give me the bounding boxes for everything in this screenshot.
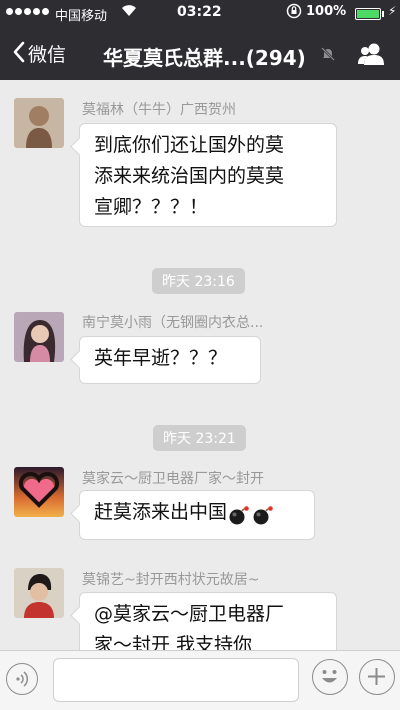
- sender-name: 南宁莫小雨（无钢圈内衣总...: [82, 315, 264, 331]
- clock: 03:22: [177, 4, 222, 20]
- avatar[interactable]: [14, 568, 64, 618]
- status-bar: 中国移动 03:22 100% ⚡: [0, 0, 400, 26]
- message-input[interactable]: [53, 658, 299, 702]
- avatar[interactable]: [14, 312, 64, 362]
- bomb-emoji-icon: [227, 504, 251, 524]
- voice-button[interactable]: [6, 663, 38, 695]
- plus-icon: [360, 668, 393, 697]
- message-bubble[interactable]: 到底你们还让国外的莫 添来来统治国内的莫莫 宣卿？？？！: [79, 123, 337, 227]
- message-line: 英年早逝？？？: [94, 347, 228, 369]
- time-divider: 昨天 23:21: [153, 425, 246, 451]
- message-line: 到底你们还让国外的莫: [94, 134, 285, 156]
- voice-icon: [7, 671, 37, 698]
- battery-percent: 100%: [306, 4, 347, 19]
- message-line: @莫家云～厨卫电器厂: [94, 603, 285, 625]
- signal-icon: [6, 8, 49, 15]
- back-label: 微信: [28, 44, 67, 66]
- message-bubble[interactable]: 赶莫添来出中国: [79, 490, 315, 540]
- emoji-button[interactable]: [312, 659, 348, 695]
- battery-icon: [355, 8, 381, 20]
- chat-title: 华夏莫氏总群...(294): [103, 46, 306, 70]
- sender-name: 莫家云～厨卫电器厂家～封开: [82, 471, 264, 487]
- carrier-label: 中国移动: [55, 9, 108, 24]
- message-line: 家～封开 我支持你: [94, 634, 253, 650]
- charging-icon: ⚡: [388, 4, 397, 18]
- message-bubble[interactable]: 英年早逝？？？: [79, 336, 261, 384]
- sender-name: 莫福林（牛牛）广西贺州: [82, 102, 236, 118]
- chat-area[interactable]: 莫福林（牛牛）广西贺州 到底你们还让国外的莫 添来来统治国内的莫莫 宣卿？？？！…: [0, 80, 400, 650]
- time-divider: 昨天 23:16: [152, 268, 245, 294]
- message-bubble[interactable]: @莫家云～厨卫电器厂 家～封开 我支持你: [79, 592, 337, 650]
- smiley-icon: [313, 670, 346, 697]
- bell-slash-icon: [320, 46, 336, 62]
- wifi-icon: [121, 3, 137, 21]
- header: 中国移动 03:22 100% ⚡ 微信 华夏莫氏总群...(294): [0, 0, 400, 80]
- back-button[interactable]: 微信: [12, 40, 66, 67]
- avatar[interactable]: [14, 467, 64, 517]
- sender-name: 莫锦艺~封开西村状元故居~: [82, 572, 260, 588]
- chevron-left-icon: [12, 41, 26, 65]
- avatar[interactable]: [14, 98, 64, 148]
- rotation-lock-icon: [286, 3, 302, 23]
- input-bar: [0, 650, 400, 710]
- more-button[interactable]: [359, 659, 395, 695]
- bomb-emoji-icon: [251, 504, 275, 524]
- people-icon[interactable]: [357, 42, 385, 66]
- message-line: 添来来统治国内的莫莫: [94, 165, 285, 187]
- wechat-chat-screen: 中国移动 03:22 100% ⚡ 微信 华夏莫氏总群...(294) 莫福林（…: [0, 0, 400, 710]
- message-line: 宣卿？？？！: [94, 196, 209, 218]
- message-line: 赶莫添来出中国: [94, 501, 228, 523]
